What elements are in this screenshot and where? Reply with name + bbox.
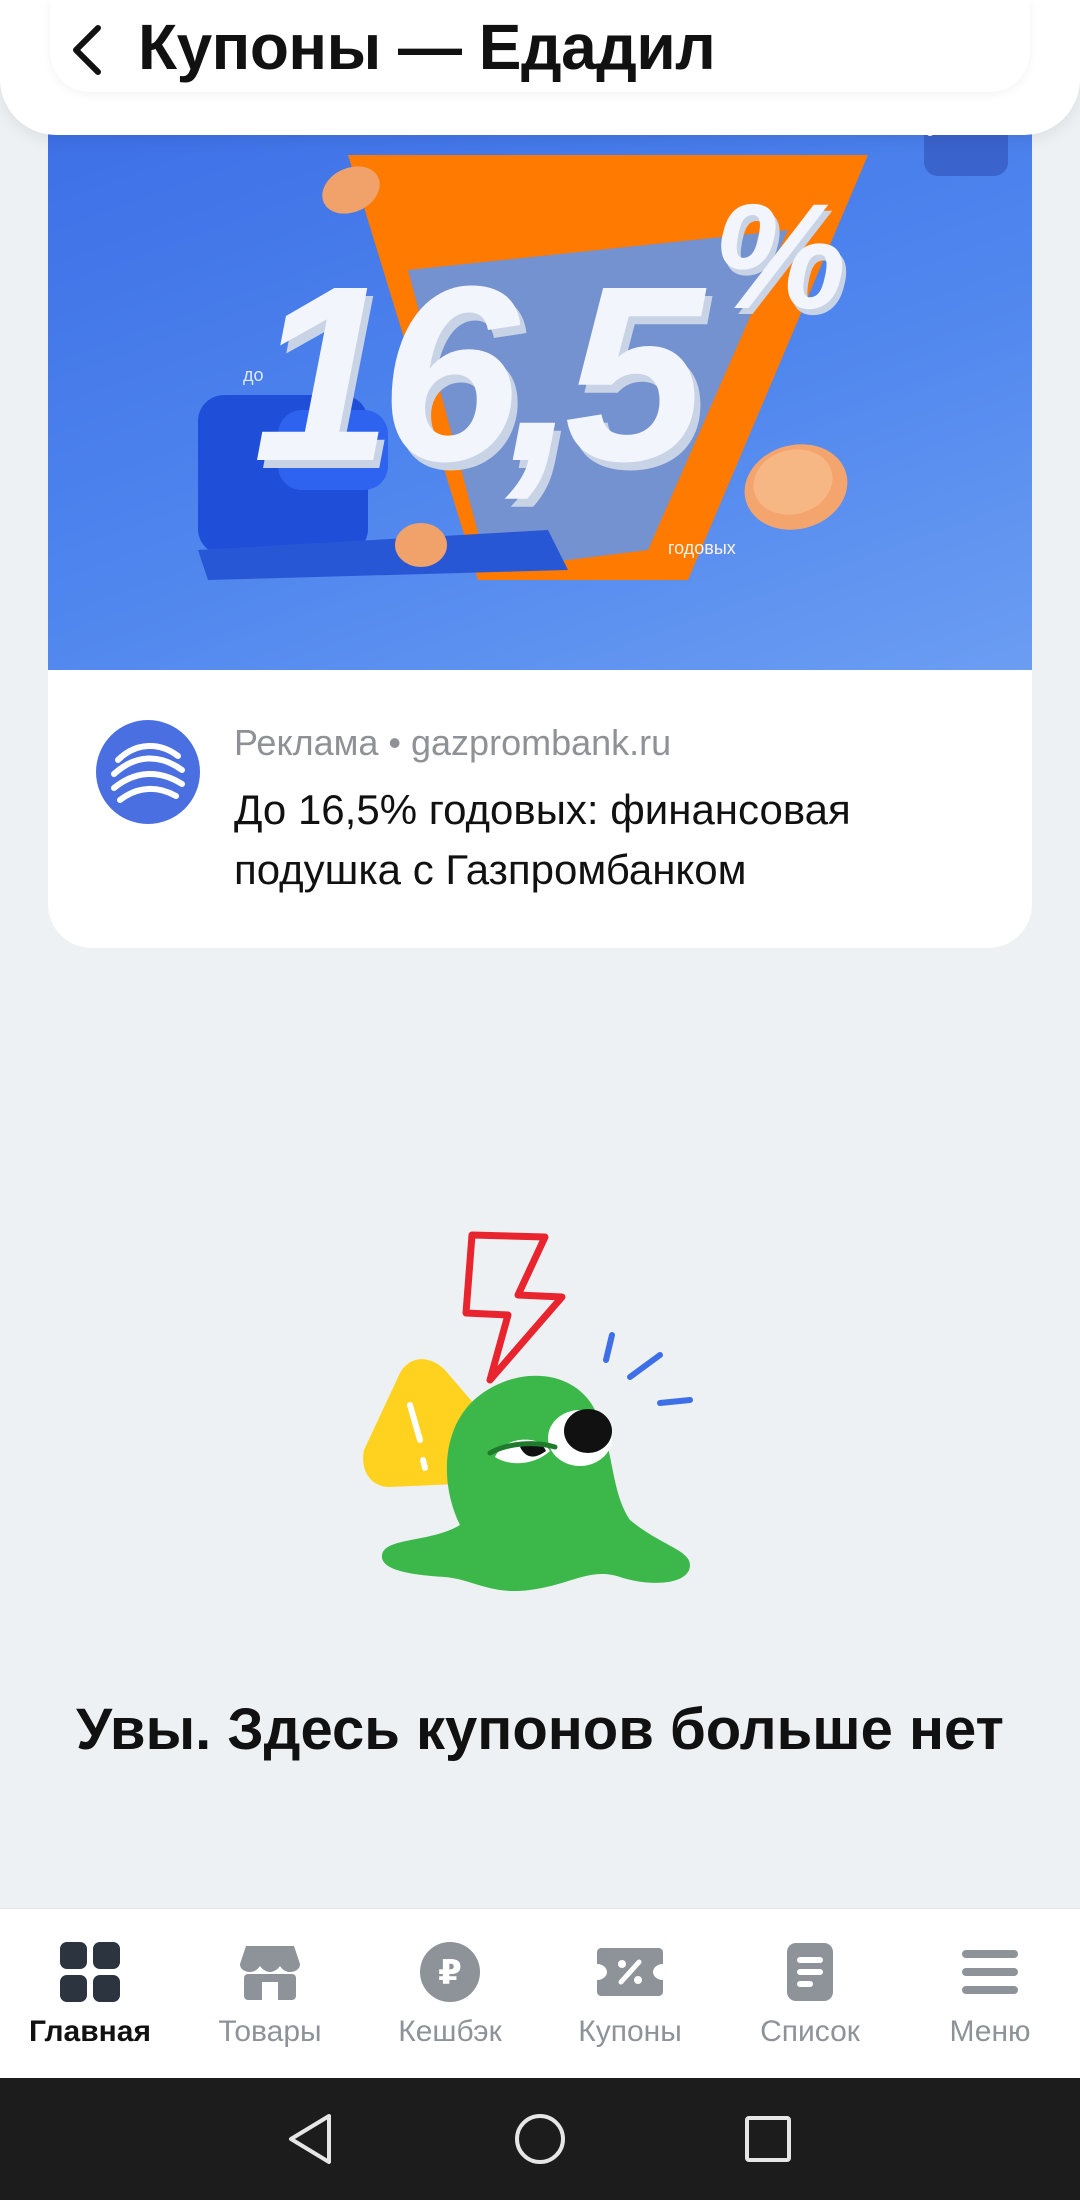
nav-item-menu[interactable]: Меню xyxy=(900,1909,1080,2079)
nav-item-coupons[interactable]: Купоны xyxy=(540,1909,720,2079)
sad-blob-warning-illustration xyxy=(330,1225,750,1645)
nav-item-cashback[interactable]: ₽ Кешбэк xyxy=(360,1909,540,2079)
nav-item-products[interactable]: Товары xyxy=(180,1909,360,2079)
nav-label-coupons: Купоны xyxy=(578,2015,682,2048)
top-app-bar: Купоны — Едадил xyxy=(0,0,1080,135)
ad-domain[interactable]: gazprombank.ru xyxy=(411,722,671,763)
ad-banner-percent: % xyxy=(713,172,847,340)
nav-label-home: Главная xyxy=(28,2015,151,2048)
system-navigation-bar xyxy=(0,2078,1080,2200)
chevron-left-icon xyxy=(73,25,101,75)
recents-square-icon xyxy=(745,2116,791,2162)
ad-meta: Реклама • gazprombank.ru xyxy=(234,722,671,764)
coupon-percent-icon xyxy=(595,1937,665,2007)
nav-item-list[interactable]: Список xyxy=(720,1909,900,2079)
bottom-navigation: Главная Товары ₽ Кешбэк Купоны Список Ме… xyxy=(0,1908,1080,2079)
store-icon xyxy=(235,1937,305,2007)
nav-label-menu: Меню xyxy=(949,2015,1031,2048)
gazprombank-logo-icon xyxy=(96,720,200,824)
svg-text:₽: ₽ xyxy=(438,1953,462,1993)
ad-banner-suffix: годовых xyxy=(668,538,736,558)
hamburger-icon xyxy=(955,1937,1025,2007)
back-button[interactable] xyxy=(62,18,112,82)
page-title: Купоны — Едадил xyxy=(138,11,716,83)
ad-headline[interactable]: До 16,5% годовых: финансовая подушка с Г… xyxy=(234,780,974,900)
system-back-button[interactable] xyxy=(275,2108,345,2170)
ad-meta-separator: • xyxy=(388,722,402,763)
grid-icon xyxy=(55,1937,125,2007)
list-doc-icon xyxy=(775,1937,845,2007)
system-home-button[interactable] xyxy=(505,2108,575,2170)
empty-state-title: Увы. Здесь купонов больше нет xyxy=(76,1697,1004,1762)
system-recents-button[interactable] xyxy=(733,2108,803,2170)
ad-banner-number: 16,5 xyxy=(253,234,704,513)
ad-banner-image[interactable]: до 16,5 % годовых xyxy=(48,110,1032,670)
back-triangle-icon xyxy=(289,2114,331,2164)
ad-card[interactable]: до 16,5 % годовых Реклама • gazprombank.ru… xyxy=(48,110,1032,948)
nav-item-home[interactable]: Главная xyxy=(0,1909,180,2079)
nav-label-products: Товары xyxy=(218,2015,322,2048)
ruble-coin-icon: ₽ xyxy=(415,1937,485,2007)
ad-label: Реклама xyxy=(234,722,379,763)
nav-label-cashback: Кешбэк xyxy=(398,2015,502,2048)
nav-label-list: Список xyxy=(760,2015,860,2048)
home-circle-icon xyxy=(515,2114,565,2164)
